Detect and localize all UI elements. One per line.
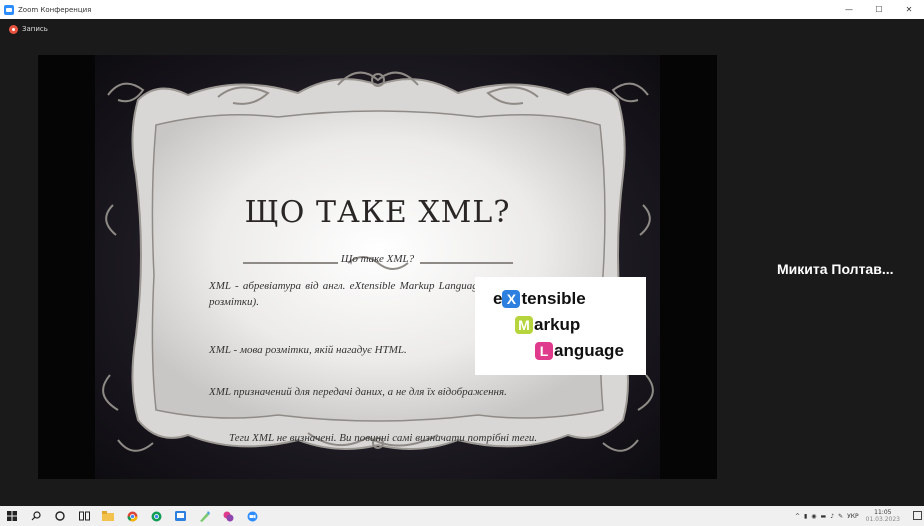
- zoom-icon[interactable]: [240, 506, 264, 526]
- ornate-frame: [102, 71, 654, 452]
- minimize-button[interactable]: —: [834, 0, 864, 19]
- chevron-up-icon[interactable]: ^: [795, 513, 800, 520]
- paint-icon[interactable]: [192, 506, 216, 526]
- maximize-button[interactable]: ☐: [864, 0, 894, 19]
- slide-title: ЩО ТАКЕ XML?: [244, 195, 511, 230]
- logo-badge-m: M: [515, 316, 533, 334]
- file-explorer-icon[interactable]: [96, 506, 120, 526]
- zoom-app-icon: [4, 4, 14, 15]
- volume-icon[interactable]: ♪: [830, 513, 834, 520]
- logo-word: arkup: [534, 315, 581, 334]
- language-indicator[interactable]: УКР: [847, 513, 859, 520]
- chrome-icon[interactable]: [144, 506, 168, 526]
- close-button[interactable]: ✕: [894, 0, 924, 19]
- clock-date: 01.03.2023: [865, 516, 900, 523]
- clock[interactable]: 11:05 01.03.2023: [866, 509, 900, 523]
- logo-badge-l: L: [535, 342, 553, 360]
- participant-name[interactable]: Микита Полтав...: [777, 261, 894, 277]
- clock-time: 11:05: [874, 509, 892, 516]
- logo-line-language: L anguage: [535, 341, 624, 361]
- recording-label[interactable]: Запись: [22, 25, 48, 34]
- taskbar: ^ ▮ ◉ ▬ ♪ ✎ УКР 11:05 01.03.2023: [0, 506, 924, 526]
- window-titlebar: Zoom Конференция — ☐ ✕: [0, 0, 924, 19]
- task-view-icon[interactable]: [72, 506, 96, 526]
- battery-icon[interactable]: ▬: [821, 513, 827, 520]
- slide-subtitle: Що таке XML?: [340, 253, 415, 265]
- window-title: Zoom Конференция: [18, 5, 92, 14]
- app-icon[interactable]: [216, 506, 240, 526]
- shared-screen: ЩО ТАКЕ XML? Що таке XML? XML - абревіат…: [38, 55, 717, 479]
- slide-paragraph: XML призначений для передачі даних, а не…: [209, 386, 507, 398]
- slide-paragraph: Теги XML не визначені. Ви повинні самі в…: [229, 432, 538, 444]
- system-tray: ^ ▮ ◉ ▬ ♪ ✎ УКР 11:05 01.03.2023: [795, 506, 900, 526]
- logo-word: anguage: [554, 341, 624, 360]
- chrome-icon[interactable]: [120, 506, 144, 526]
- logo-word: tensible: [521, 289, 586, 308]
- window-controls: — ☐ ✕: [834, 0, 924, 19]
- logo-line-extensible: e X tensible: [493, 289, 586, 309]
- xml-logo: e X tensible M arkup L anguage: [475, 277, 646, 375]
- pen-icon[interactable]: ✎: [838, 513, 843, 520]
- logo-line-markup: M arkup: [515, 315, 580, 335]
- logo-prefix: e: [493, 289, 503, 308]
- app-icon[interactable]: [168, 506, 192, 526]
- usb-icon[interactable]: ▮: [804, 513, 807, 520]
- recording-icon[interactable]: [9, 25, 18, 34]
- recording-bar: Запись: [0, 19, 924, 50]
- notification-icon[interactable]: [913, 511, 922, 520]
- search-icon[interactable]: [24, 506, 48, 526]
- network-icon[interactable]: ◉: [811, 513, 816, 520]
- logo-badge-x: X: [502, 290, 521, 308]
- windows-start-icon[interactable]: [0, 506, 24, 526]
- cortana-icon[interactable]: [48, 506, 72, 526]
- slide-paragraph: XML - мова розмітки, якій нагадує HTML.: [209, 344, 407, 356]
